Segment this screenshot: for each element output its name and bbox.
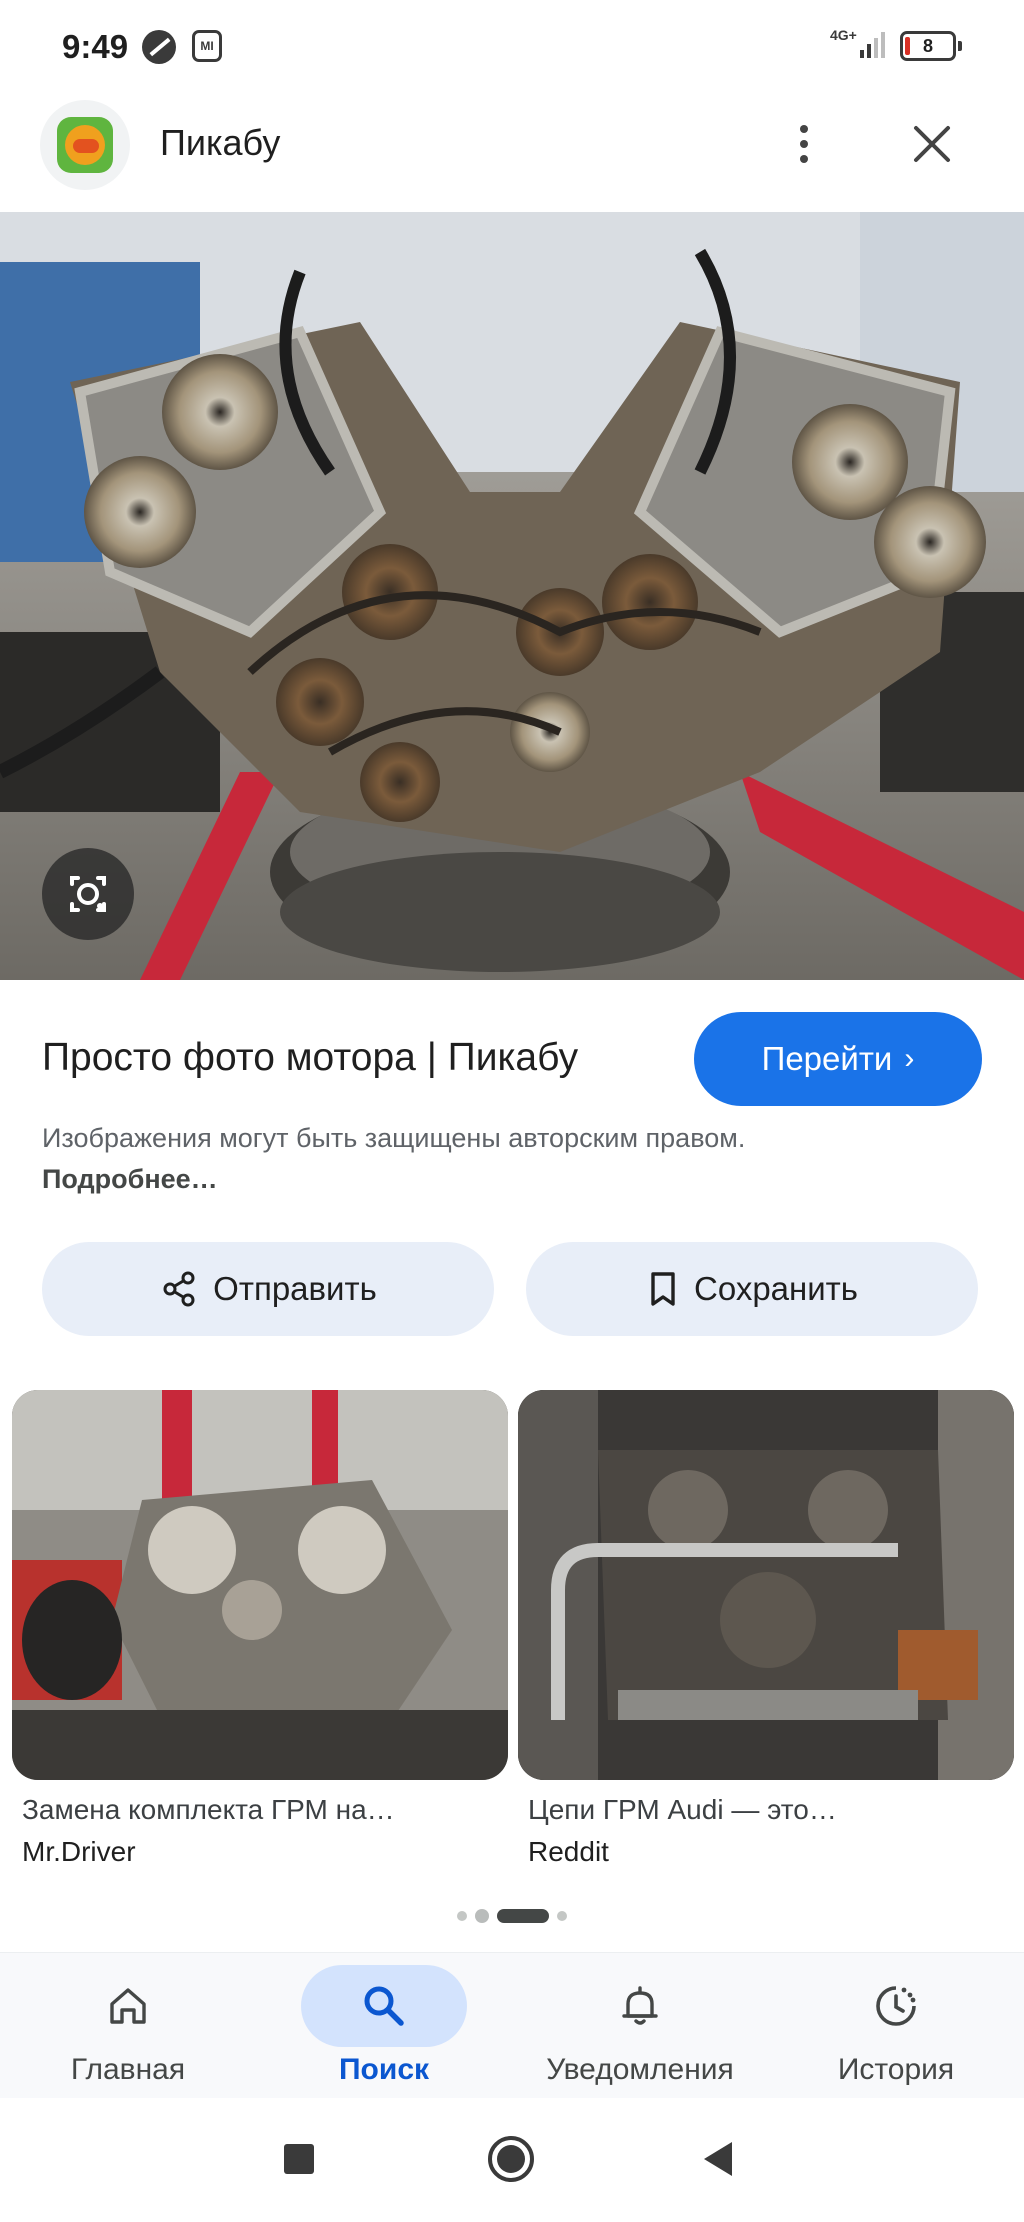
save-button[interactable]: Сохранить xyxy=(526,1242,978,1336)
site-name: Пикабу xyxy=(160,122,281,163)
lens-icon xyxy=(70,876,106,912)
share-label: Отправить xyxy=(213,1270,377,1307)
more-vert-icon[interactable] xyxy=(776,112,832,176)
bookmark-icon xyxy=(651,1272,675,1306)
nav-search[interactable]: Поиск xyxy=(256,1953,512,2099)
save-label: Сохранить xyxy=(694,1270,858,1307)
nav-label: Уведомления xyxy=(546,2053,734,2086)
related-source: Reddit xyxy=(528,1836,609,1867)
signal-icon xyxy=(860,32,885,58)
network-type: 4G+ xyxy=(830,27,857,43)
nav-home[interactable]: Главная xyxy=(0,1953,256,2099)
related-source: Mr.Driver xyxy=(22,1836,136,1867)
search-icon xyxy=(364,1986,404,2026)
copyright-text: Изображения могут быть защищены авторски… xyxy=(42,1123,746,1153)
nav-notifications[interactable]: Уведомления xyxy=(512,1953,768,2099)
mi-icon: MI xyxy=(192,30,222,62)
nav-label: История xyxy=(837,2053,955,2086)
site-header: Пикабу xyxy=(0,92,1024,212)
nav-history[interactable]: История xyxy=(768,1953,1024,2099)
notification-icon xyxy=(142,30,176,64)
share-button[interactable]: Отправить xyxy=(42,1242,494,1336)
learn-more-link[interactable]: Подробнее… xyxy=(42,1164,218,1194)
related-card[interactable]: Цепи ГРМ Audi — это… Reddit xyxy=(518,1390,1014,1868)
battery-icon: 8 xyxy=(900,31,962,61)
close-icon[interactable] xyxy=(900,112,964,176)
related-thumbnail[interactable] xyxy=(12,1390,508,1780)
recents-icon[interactable] xyxy=(284,2144,314,2174)
bottom-nav: Главная Поиск Уведомления История xyxy=(0,1952,1024,2098)
main-image[interactable] xyxy=(0,212,1024,980)
goto-button[interactable]: Перейти › xyxy=(694,1012,982,1106)
pager-dot xyxy=(475,1909,489,1923)
engine-photo xyxy=(0,212,1024,980)
system-nav-bar xyxy=(0,2098,1024,2222)
carousel-pager xyxy=(0,1908,1024,1924)
pikabu-logo xyxy=(40,100,130,190)
result-title: Просто фото мотора | Пикабу xyxy=(42,1036,579,1079)
goto-label: Перейти xyxy=(761,1040,893,1077)
back-icon[interactable] xyxy=(704,2142,732,2176)
bell-icon xyxy=(622,1986,658,2025)
related-card[interactable]: Замена комплекта ГРМ на… Mr.Driver xyxy=(12,1390,508,1868)
pager-dot-active xyxy=(497,1909,549,1923)
chevron-right-icon: › xyxy=(904,1042,915,1075)
nav-label: Поиск xyxy=(338,2053,430,2086)
related-thumbnail[interactable] xyxy=(518,1390,1014,1780)
history-icon xyxy=(876,1986,916,2026)
lens-search-button[interactable] xyxy=(42,848,134,940)
home-icon xyxy=(110,1988,146,2024)
copyright-notice: Изображения могут быть защищены авторски… xyxy=(42,1118,802,1200)
pager-dot xyxy=(557,1911,567,1921)
related-title[interactable]: Цепи ГРМ Audi — это… xyxy=(518,1794,1014,1826)
status-time: 9:49 xyxy=(62,28,129,65)
related-title[interactable]: Замена комплекта ГРМ на… xyxy=(12,1794,508,1826)
home-button-icon[interactable] xyxy=(488,2136,534,2182)
share-icon xyxy=(163,1271,195,1307)
status-bar: 9:49 MI 4G+ 8 xyxy=(0,0,1024,92)
pager-dot xyxy=(457,1911,467,1921)
nav-label: Главная xyxy=(70,2053,186,2086)
